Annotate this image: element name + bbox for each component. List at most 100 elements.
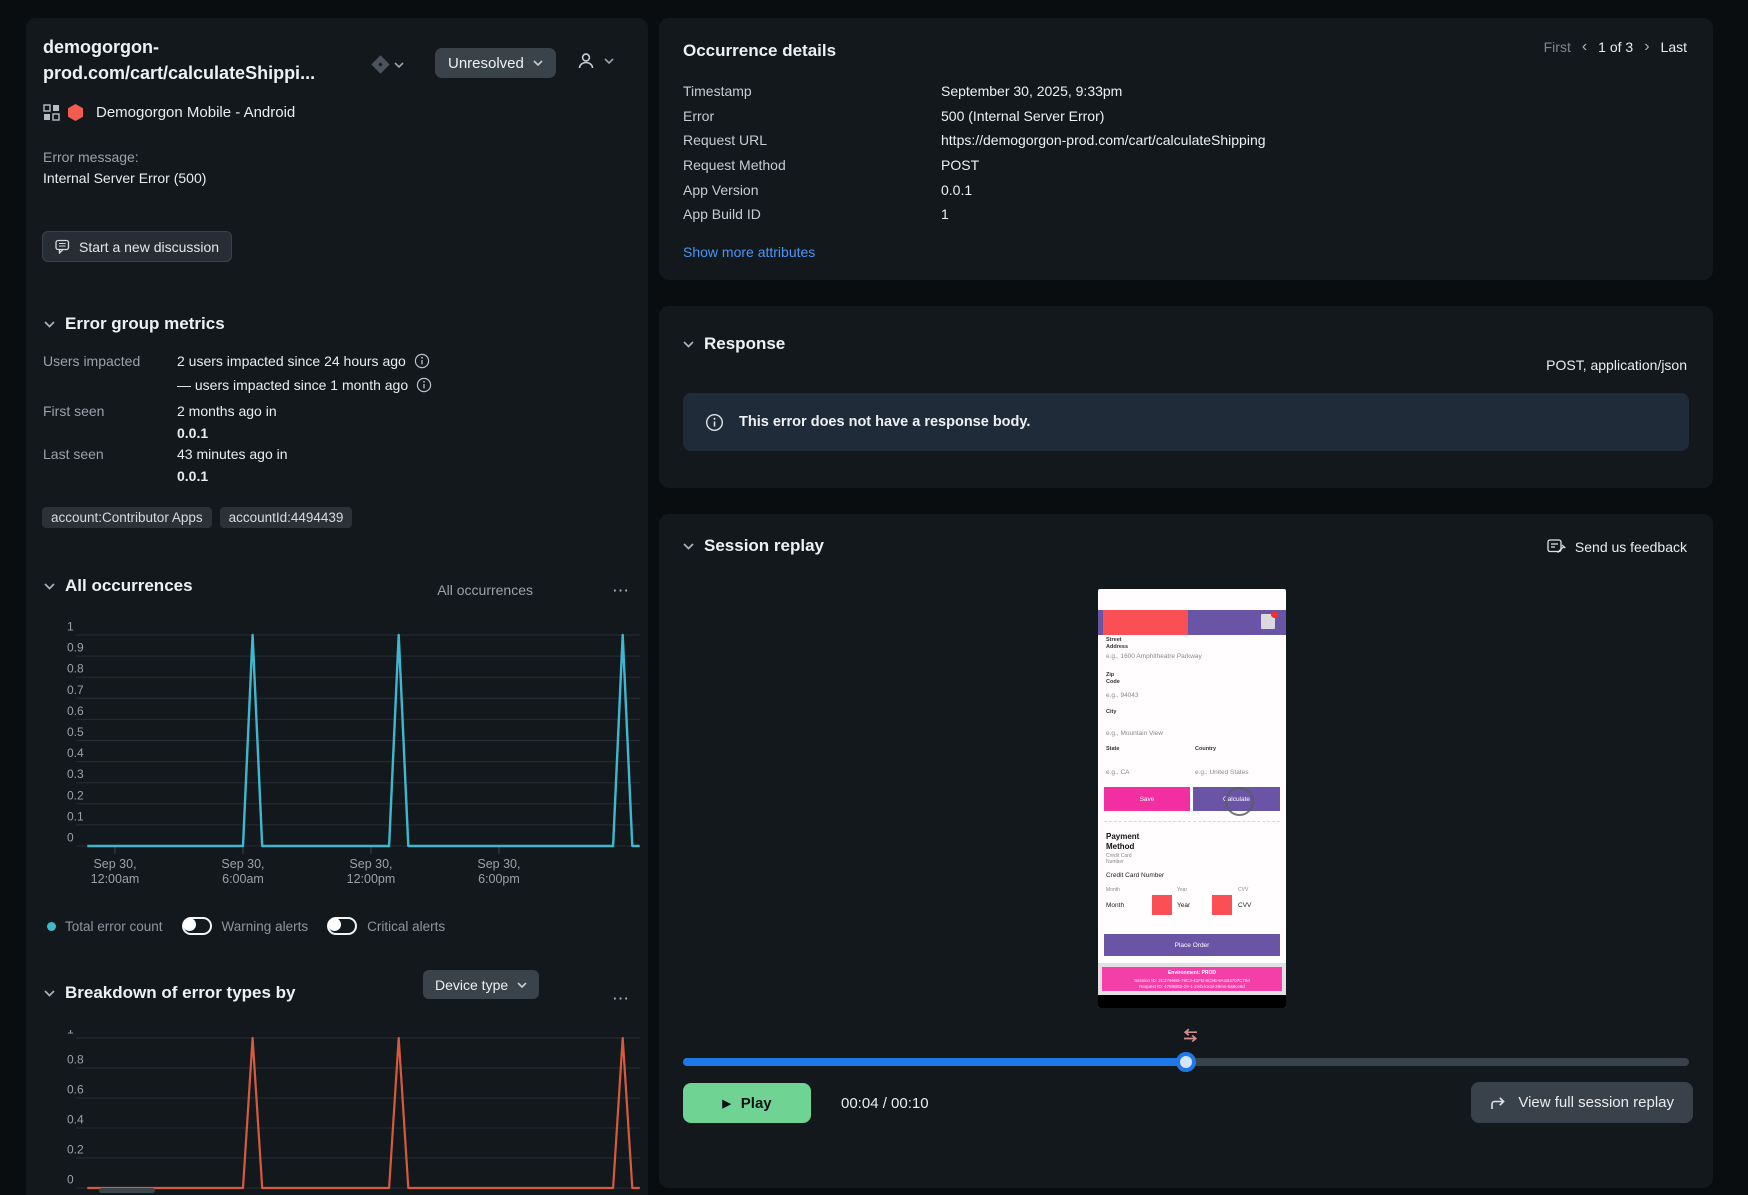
svg-text:Sep 30,: Sep 30, — [477, 857, 520, 871]
svg-text:0.1: 0.1 — [67, 809, 84, 823]
tag-account[interactable]: account:Contributor Apps — [42, 507, 212, 528]
error-flow-icon — [43, 104, 60, 121]
status-dropdown[interactable]: Unresolved — [435, 48, 556, 78]
pagination-last[interactable]: Last — [1661, 39, 1687, 55]
first-seen-label: First seen — [43, 403, 105, 419]
send-feedback-button[interactable]: Send us feedback — [1547, 538, 1687, 555]
last-seen-label: Last seen — [43, 446, 104, 462]
metrics-section-header[interactable]: Error group metrics — [44, 314, 225, 334]
discussion-icon — [55, 239, 70, 254]
priority-selector[interactable] — [371, 55, 404, 74]
android-app-icon — [68, 104, 83, 121]
chevron-down-icon — [683, 340, 694, 348]
occurrence-details-rows: Timestamp September 30, 2025, 9:33pm Err… — [683, 79, 1266, 227]
svg-text:1: 1 — [67, 1030, 74, 1037]
legend-total-error-count: Total error count — [65, 918, 163, 934]
replay-scrubber[interactable] — [683, 1052, 1689, 1072]
country-field-label: Country — [1195, 746, 1217, 752]
page-title: demogorgon-prod.com/cart/calculateShippi… — [43, 37, 316, 83]
cvv-hint: CVV — [1238, 887, 1249, 893]
zip-field-placeholder: e.g., 94043 — [1106, 692, 1139, 699]
pagination-first[interactable]: First — [1544, 39, 1571, 55]
detail-row-timestamp: Timestamp September 30, 2025, 9:33pm — [683, 79, 1266, 104]
detail-label: Request Method — [683, 157, 786, 174]
state-field-label: State — [1106, 746, 1120, 752]
svg-text:0.8: 0.8 — [67, 662, 84, 676]
svg-text:Sep 30,: Sep 30, — [93, 857, 136, 871]
detail-value: 1 — [941, 206, 949, 223]
detail-value: September 30, 2025, 9:33pm — [941, 83, 1123, 100]
breakdown-dimension-label: Device type — [435, 976, 509, 993]
start-discussion-button[interactable]: Start a new discussion — [42, 231, 233, 262]
critical-alerts-toggle[interactable] — [327, 917, 358, 935]
occurrences-section-header[interactable]: All occurrences — [44, 576, 193, 596]
tag-list: account:Contributor Apps accountId:44944… — [42, 507, 353, 528]
horizontal-scrollbar[interactable] — [99, 1188, 155, 1193]
pagination-prev-icon[interactable]: ‹ — [1582, 39, 1587, 55]
cart-icon — [1261, 611, 1278, 629]
response-title: Response — [704, 334, 786, 353]
occurrences-more-menu[interactable]: ⋯ — [612, 582, 630, 599]
pagination-current: 1 of 3 — [1598, 39, 1634, 55]
detail-value: 500 (Internal Server Error) — [941, 107, 1105, 124]
occurrences-chart[interactable]: 00.10.20.30.40.50.60.70.80.91Sep 30,12:0… — [62, 615, 648, 907]
session-id-label: Session ID: 2C2799B8-79C3-41FB-8C9B-8A1B… — [1133, 977, 1251, 983]
info-icon[interactable] — [414, 353, 430, 369]
breakdown-chart[interactable]: 0 0.2 0.4 0.6 0.8 1 — [62, 1030, 648, 1195]
zip-field-label: Zip Code — [1106, 672, 1120, 685]
replay-app-header — [1098, 610, 1286, 635]
session-replay-section-header[interactable]: Session replay — [683, 536, 824, 556]
show-more-attributes-link[interactable]: Show more attributes — [683, 244, 815, 260]
svg-text:12:00pm: 12:00pm — [347, 872, 396, 886]
play-button[interactable]: ▶ Play — [683, 1083, 811, 1123]
warning-alerts-toggle[interactable] — [181, 917, 212, 935]
svg-text:0.2: 0.2 — [67, 788, 84, 802]
error-group-panel: demogorgon-prod.com/cart/calculateShippi… — [26, 18, 648, 1195]
divider — [1104, 821, 1280, 822]
tag-account-id[interactable]: accountId:4494439 — [219, 507, 353, 528]
request-id-label: Request ID: 4789B82-29-1-2mb-local-28ms-… — [1139, 984, 1245, 989]
svg-text:12:00am: 12:00am — [91, 872, 140, 886]
detail-label: Request URL — [683, 132, 768, 149]
month-redacted-block — [1152, 895, 1172, 915]
svg-text:6:00am: 6:00am — [222, 872, 264, 886]
app-row: Demogorgon Mobile - Android — [43, 104, 295, 121]
breakdown-dimension-dropdown[interactable]: Device type — [423, 970, 540, 999]
interaction-event-marker-icon[interactable] — [1182, 1028, 1199, 1043]
detail-row-error: Error 500 (Internal Server Error) — [683, 104, 1266, 129]
response-section-header[interactable]: Response — [683, 334, 785, 354]
svg-text:0.7: 0.7 — [67, 683, 84, 697]
year-redacted-block — [1212, 895, 1232, 915]
detail-value: 0.0.1 — [941, 181, 973, 198]
error-message-label: Error message: — [43, 149, 139, 165]
occurrences-section-title: All occurrences — [65, 576, 193, 595]
pagination-next-icon[interactable]: › — [1644, 39, 1649, 55]
svg-text:0: 0 — [67, 831, 74, 845]
session-replay-panel: Session replay Send us feedback Street A… — [659, 514, 1713, 1188]
svg-text:0.3: 0.3 — [67, 767, 84, 781]
street-field-label: Street Address — [1106, 637, 1129, 650]
chevron-down-icon — [394, 61, 404, 68]
person-icon — [578, 53, 594, 69]
scrubber-progress — [683, 1058, 1186, 1066]
assignee-selector[interactable] — [576, 51, 614, 71]
breakdown-section-title: Breakdown of error types by — [65, 983, 296, 1002]
svg-text:1: 1 — [67, 620, 74, 634]
occurrences-mode-label[interactable]: All occurrences — [437, 582, 533, 598]
occurrence-pagination: First ‹ 1 of 3 › Last — [1544, 39, 1687, 56]
last-seen-version: 0.0.1 — [177, 468, 209, 484]
replay-header-highlight — [1103, 610, 1188, 635]
start-discussion-label: Start a new discussion — [79, 238, 220, 255]
app-name: Demogorgon Mobile - Android — [96, 104, 296, 121]
view-full-replay-button[interactable]: View full session replay — [1471, 1082, 1693, 1123]
feedback-icon — [1547, 539, 1566, 553]
users-impacted-label: Users impacted — [43, 353, 141, 369]
detail-row-request-url: Request URL https://demogorgon-prod.com/… — [683, 128, 1266, 153]
svg-text:0.5: 0.5 — [67, 725, 84, 739]
scrubber-thumb[interactable] — [1176, 1052, 1196, 1072]
breakdown-section-header[interactable]: Breakdown of error types by — [44, 983, 296, 1003]
info-icon[interactable] — [416, 377, 432, 393]
cart-badge — [1271, 611, 1278, 618]
breakdown-more-menu[interactable]: ⋯ — [612, 990, 630, 1007]
city-field-label: City — [1106, 709, 1117, 715]
